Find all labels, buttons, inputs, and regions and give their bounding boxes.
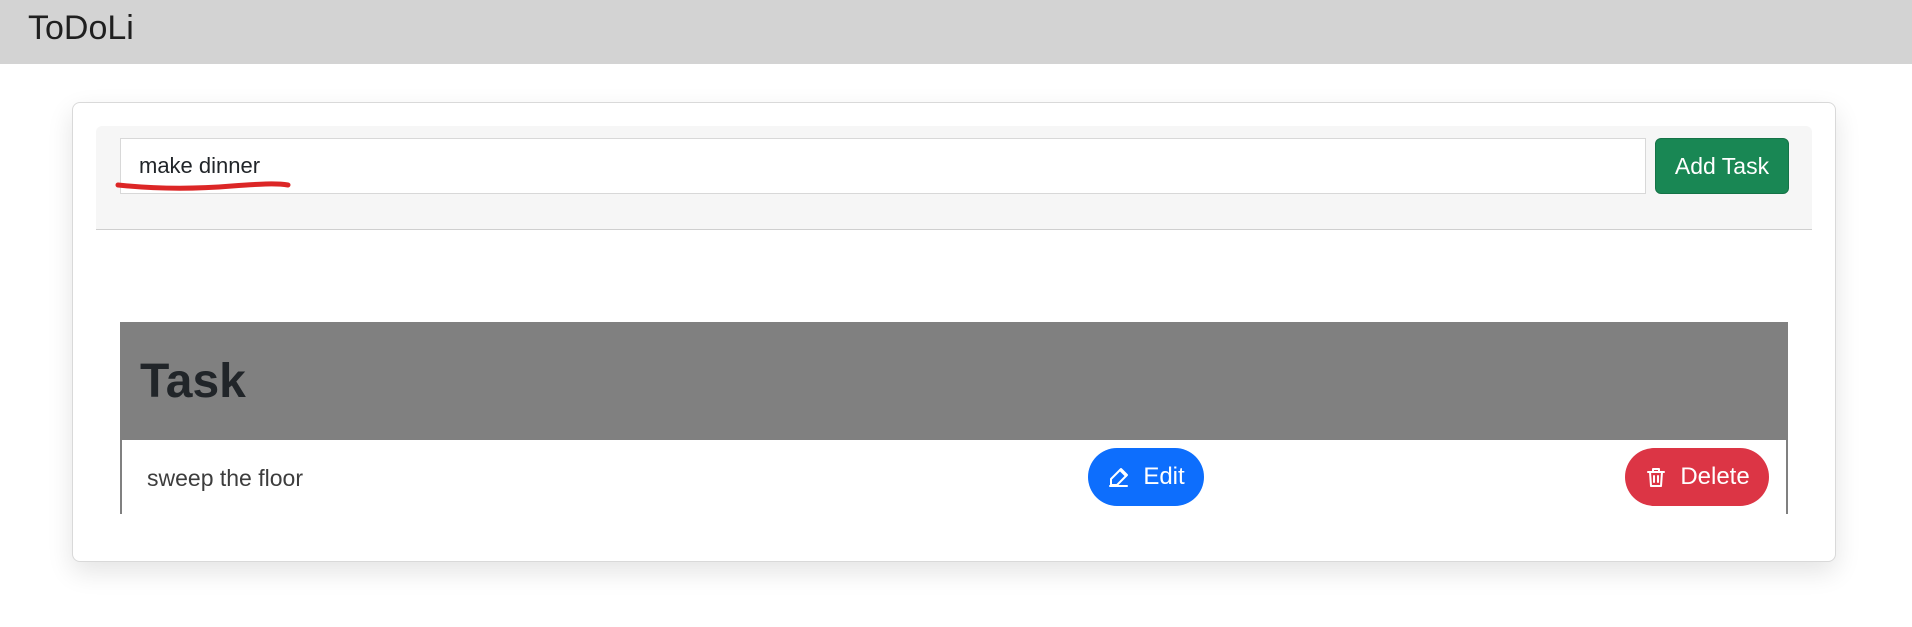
trash-icon [1644, 465, 1668, 489]
edit-task-button[interactable]: Edit [1088, 448, 1204, 506]
delete-task-button[interactable]: Delete [1625, 448, 1769, 506]
add-task-button[interactable]: Add Task [1655, 138, 1789, 194]
edit-square-icon [1107, 465, 1131, 489]
app-title: ToDoLi [28, 9, 134, 47]
task-name: sweep the floor [147, 465, 303, 491]
edit-button-label: Edit [1143, 463, 1185, 490]
delete-button-label: Delete [1680, 463, 1750, 490]
table-header: Task [122, 324, 1786, 440]
app-header: ToDoLi [0, 0, 1912, 64]
task-column-header: Task [140, 355, 246, 408]
task-table: Task sweep the floor Edit Delete [120, 322, 1788, 514]
task-row: sweep the floor Edit Delete [122, 440, 1786, 514]
task-input[interactable] [120, 138, 1646, 194]
